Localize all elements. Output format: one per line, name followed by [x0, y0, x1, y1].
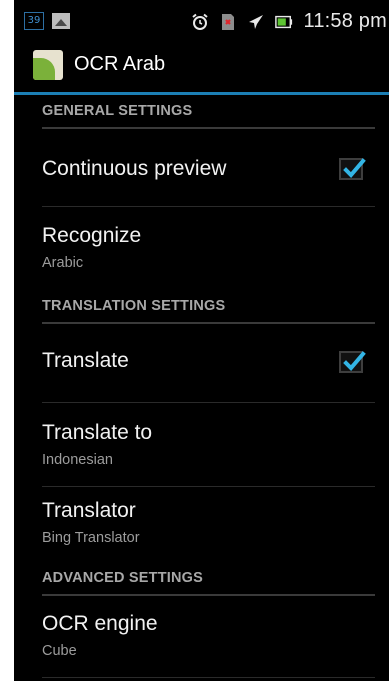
pref-divider: [42, 677, 375, 678]
notification-area: 39: [24, 12, 70, 30]
category-divider: [42, 322, 375, 324]
pref-title: OCR engine: [42, 612, 158, 635]
screen: 39 11:58 pm OCR Arab GENERAL SETTINGS Co…: [0, 0, 389, 681]
airplane-icon: [247, 13, 265, 31]
status-bar: 39 11:58 pm: [14, 0, 389, 40]
settings-list: GENERAL SETTINGS Continuous preview Reco…: [14, 95, 389, 678]
category-header: GENERAL SETTINGS: [42, 103, 193, 119]
alarm-icon: [191, 13, 209, 31]
category-divider: [42, 127, 375, 129]
pref-title: Recognize: [42, 224, 142, 247]
clock: 11:58 pm: [303, 10, 387, 32]
pref-translate-to[interactable]: Translate to Indonesian: [14, 403, 389, 487]
pref-summary: Bing Translator: [42, 530, 140, 546]
category-translation-settings: TRANSLATION SETTINGS: [14, 290, 389, 326]
pref-title: Translator: [42, 499, 136, 522]
pref-translate[interactable]: Translate: [14, 326, 389, 403]
pref-title: Continuous preview: [42, 157, 227, 180]
category-advanced-settings: ADVANCED SETTINGS: [14, 562, 389, 598]
checkmark-icon: [343, 351, 366, 371]
pref-summary: Indonesian: [42, 452, 113, 468]
system-icons: 11:58 pm: [191, 10, 387, 33]
action-bar: OCR Arab: [14, 40, 389, 95]
pref-continuous-preview[interactable]: Continuous preview: [14, 131, 389, 207]
category-general-settings: GENERAL SETTINGS: [14, 95, 389, 131]
category-header: TRANSLATION SETTINGS: [42, 298, 226, 314]
battery-icon: [275, 13, 293, 31]
phone-screen: 39 11:58 pm OCR Arab GENERAL SETTINGS Co…: [14, 0, 389, 681]
category-divider: [42, 594, 375, 596]
no-sim-icon: [219, 13, 237, 31]
app-logo-leaf: [33, 58, 55, 80]
app-icon[interactable]: [33, 50, 63, 80]
category-header: ADVANCED SETTINGS: [42, 570, 204, 586]
app-title: OCR Arab: [74, 53, 166, 75]
continuous-preview-checkbox[interactable]: [339, 158, 366, 180]
pref-translator[interactable]: Translator Bing Translator: [14, 487, 389, 562]
pref-ocr-engine[interactable]: OCR engine Cube: [14, 598, 389, 678]
pref-title: Translate to: [42, 421, 153, 444]
image-notification-icon: [52, 13, 70, 29]
pref-summary: Arabic: [42, 255, 84, 271]
notification-count-icon: 39: [24, 12, 44, 30]
translate-checkbox[interactable]: [339, 351, 366, 373]
pref-title: Translate: [42, 349, 129, 372]
pref-summary: Cube: [42, 643, 77, 659]
checkmark-icon: [343, 158, 366, 178]
pref-recognize[interactable]: Recognize Arabic: [14, 207, 389, 290]
